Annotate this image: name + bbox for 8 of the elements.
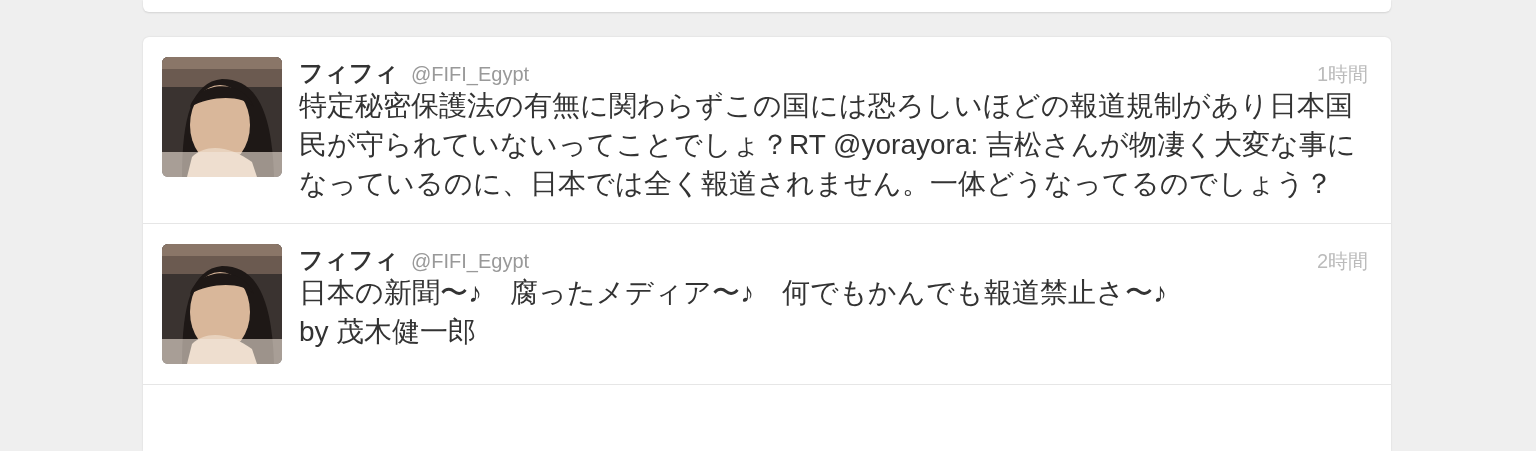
user-handle[interactable]: @FIFI_Egypt (411, 63, 530, 86)
user-name[interactable]: フィフィ (299, 244, 399, 276)
tweet-text: 特定秘密保護法の有無に関わらずこの国には恐ろしいほどの報道規制があり日本国民が守られていないってことでしょ？RT @yorayora: 吉松さんが物凄く大変な事になっているのに、日本では全く報道されません。一体どうなってるのでしょう？ (299, 89, 1357, 201)
user-name[interactable]: フィフィ (299, 57, 399, 89)
tweet-time[interactable]: 1時間 (1316, 61, 1368, 88)
tweet-time[interactable]: 2時間 (1316, 248, 1368, 275)
tweet-text: 日本の新聞〜♪ 腐ったメディア〜♪ 何でもかんでも報道禁止さ〜♪ by 茂木健一郎 (299, 276, 1168, 349)
user-handle[interactable]: @FIFI_Egypt (411, 250, 530, 273)
